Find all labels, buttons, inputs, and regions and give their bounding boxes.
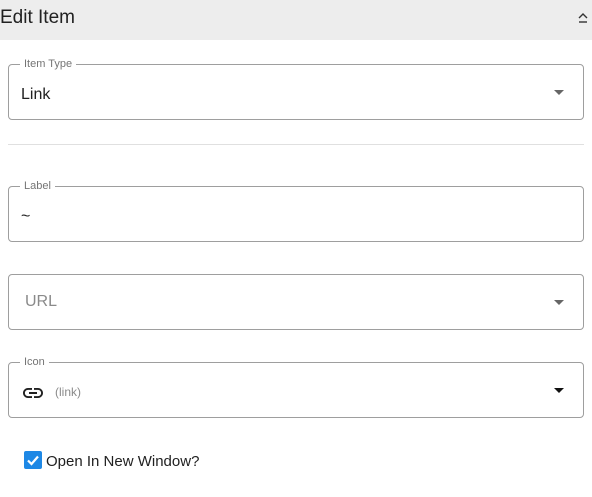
chevron-down-icon[interactable] [554,90,564,95]
icon-select[interactable]: Icon (link) [8,355,584,418]
open-new-window-label: Open In New Window? [46,453,200,470]
item-type-select[interactable]: Item Type Link [8,57,584,120]
label-field-value[interactable]: ~ [21,207,30,227]
checkbox-checked-icon[interactable] [24,451,42,469]
panel-title: Edit Item [0,7,75,28]
icon-field-value: (link) [55,385,81,399]
panel-header: Edit Item [0,0,592,40]
chevron-down-icon[interactable] [554,388,564,393]
label-field[interactable]: Label ~ [8,179,584,242]
item-type-label: Item Type [20,57,77,71]
collapse-icon[interactable] [576,9,590,27]
url-select[interactable]: URL [8,274,584,330]
item-type-value: Link [21,86,51,103]
icon-field-label: Icon [20,355,49,369]
url-placeholder: URL [25,293,58,310]
label-field-label: Label [20,179,55,193]
link-icon [21,381,45,405]
divider [8,144,584,145]
chevron-down-icon[interactable] [554,300,564,305]
